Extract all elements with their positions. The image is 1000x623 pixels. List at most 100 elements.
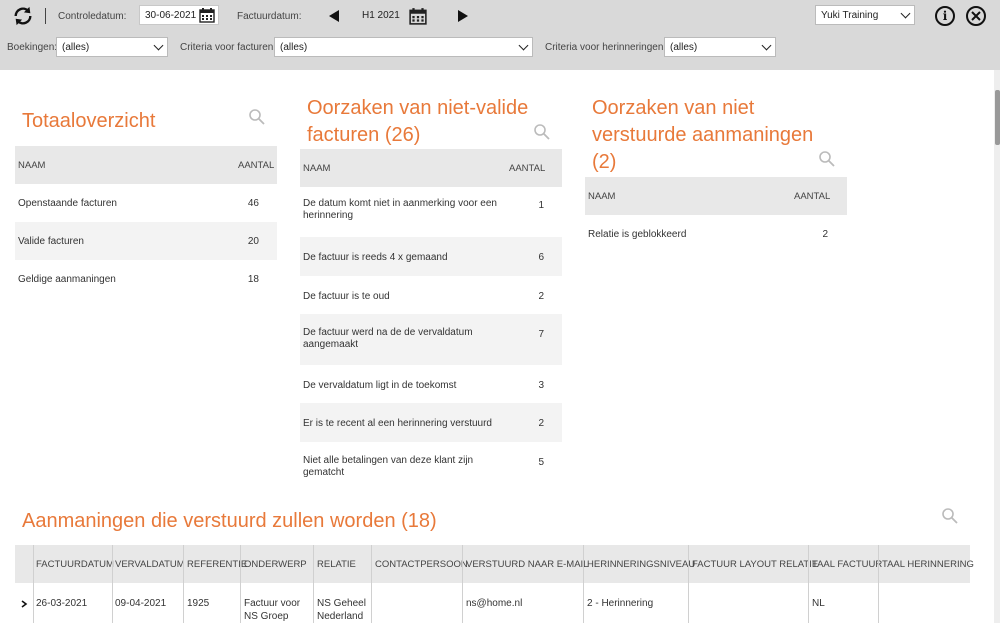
previous-period-icon[interactable]: [329, 10, 339, 22]
column-divider: [112, 545, 113, 623]
column-divider: [313, 545, 314, 623]
totaaloverzicht-title: Totaaloverzicht: [22, 110, 156, 132]
boekingen-select[interactable]: (alles): [56, 37, 168, 57]
scrollbar[interactable]: [994, 70, 1000, 623]
table-row[interactable]: Openstaande facturen 46: [15, 184, 277, 222]
chevron-right-icon[interactable]: [20, 600, 28, 608]
table-row[interactable]: De datum komt niet in aanmerking voor ee…: [300, 185, 562, 237]
next-period-icon[interactable]: [458, 10, 468, 22]
col-naam: NAAM: [588, 190, 616, 202]
cell-email: ns@home.nl: [466, 598, 523, 609]
cell-relatie: Nederland: [317, 611, 364, 622]
refresh-icon[interactable]: [12, 5, 34, 27]
table-row[interactable]: De vervaldatum ligt in de toekomst 3: [300, 365, 562, 403]
col-verstuurd-email[interactable]: VERSTUURD NAAR E-MAIL: [466, 559, 588, 570]
col-aantal: AANTAL: [794, 190, 831, 202]
cell-herinneringsniveau: 2 - Herinnering: [587, 598, 654, 609]
column-divider: [688, 545, 689, 623]
chevron-down-icon: [153, 40, 164, 50]
col-aantal: AANTAL: [509, 162, 546, 174]
chevron-down-icon: [761, 40, 772, 50]
oorzaken-aanmaningen-title-3: (2): [592, 151, 617, 173]
table-row[interactable]: Niet alle betalingen van deze klant zijn…: [300, 442, 562, 494]
cell-referentie: 1925: [187, 598, 210, 609]
col-referentie[interactable]: REFERENTIE: [187, 559, 247, 570]
criteria-facturen-label: Criteria voor facturen:: [180, 42, 277, 53]
boekingen-value: (alles): [62, 41, 90, 53]
controledatum-value: 30-06-2021: [145, 9, 197, 21]
col-relatie[interactable]: RELATIE: [317, 559, 356, 570]
toolbar: Controledatum: 30-06-2021 Factuurdatum: …: [0, 0, 1000, 70]
col-contactpersoon[interactable]: CONTACTPERSOON: [375, 559, 468, 570]
table-row[interactable]: Valide facturen 20: [15, 222, 277, 260]
col-factuur-layout[interactable]: FACTUUR LAYOUT RELATIE: [692, 559, 818, 570]
period-calendar-icon[interactable]: [409, 7, 427, 25]
search-icon[interactable]: [533, 123, 551, 141]
search-icon[interactable]: [818, 150, 836, 168]
oorzaken-facturen-table-header: NAAM AANTAL: [300, 149, 562, 187]
cell-taal-factuur: NL: [812, 598, 825, 609]
controledatum-field[interactable]: 30-06-2021: [139, 5, 219, 25]
calendar-icon[interactable]: [199, 7, 215, 23]
row-name: Er is te recent al een herinnering verst…: [303, 418, 492, 429]
col-naam: NAAM: [303, 162, 331, 174]
row-name: Geldige aanmaningen: [18, 274, 116, 285]
table-row[interactable]: Geldige aanmaningen 18: [15, 260, 277, 298]
oorzaken-aanmaningen-title-1: Oorzaken van niet: [592, 97, 755, 119]
criteria-facturen-value: (alles): [280, 41, 308, 53]
cell-onderwerp: Factuur voor: [244, 598, 301, 609]
row-name: De factuur is te oud: [303, 291, 390, 302]
info-icon[interactable]: i: [935, 6, 955, 26]
row-name: Niet alle betalingen van deze klant zijn…: [303, 455, 474, 478]
table-row[interactable]: De factuur is reeds 4 x gemaand 6: [300, 237, 562, 276]
column-divider: [583, 545, 584, 623]
table-row[interactable]: Er is te recent al een herinnering verst…: [300, 403, 562, 442]
cell-relatie: NS Geheel: [317, 598, 366, 609]
col-taal-herinnering[interactable]: TAAL HERINNERING: [882, 559, 974, 570]
criteria-herinneringen-select[interactable]: (alles): [664, 37, 776, 57]
boekingen-label: Boekingen:: [7, 42, 58, 53]
row-count: 7: [538, 329, 544, 340]
oorzaken-facturen-title-2: facturen (26): [307, 124, 421, 146]
row-name: De factuur werd na de de vervaldatum aan…: [303, 327, 473, 350]
search-icon[interactable]: [941, 507, 959, 525]
col-herinneringsniveau[interactable]: HERINNERINGSNIVEAU: [587, 559, 695, 570]
table-row[interactable]: Relatie is geblokkeerd 2: [585, 215, 847, 253]
toolbar-row-filters: Boekingen: (alles) Criteria voor facture…: [0, 36, 1000, 60]
col-onderwerp[interactable]: ONDERWERP: [244, 559, 307, 570]
toolbar-separator: [45, 8, 46, 24]
controledatum-label: Controledatum:: [58, 11, 127, 22]
col-aantal: AANTAL: [238, 159, 275, 171]
column-divider: [33, 545, 34, 623]
col-factuurdatum[interactable]: FACTUURDATUM: [36, 559, 114, 570]
search-icon[interactable]: [248, 108, 266, 126]
col-vervaldatum[interactable]: VERVALDATUM: [115, 559, 185, 570]
row-count: 46: [247, 198, 259, 209]
row-name: Openstaande facturen: [18, 198, 117, 209]
oorzaken-aanmaningen-title-2: verstuurde aanmaningen: [592, 124, 814, 146]
cell-vervaldatum: 09-04-2021: [115, 598, 167, 609]
table-row[interactable]: De factuur is te oud 2: [300, 276, 562, 314]
row-count: 18: [247, 274, 259, 285]
company-value: Yuki Training: [821, 9, 879, 21]
oorzaken-facturen-title-1: Oorzaken van niet-valide: [307, 97, 529, 119]
row-name: Relatie is geblokkeerd: [588, 229, 687, 240]
close-icon[interactable]: [966, 6, 986, 26]
column-divider: [371, 545, 372, 623]
oorzaken-aanmaningen-table-header: NAAM AANTAL: [585, 177, 847, 215]
row-count: 2: [822, 229, 828, 240]
totaal-table-header: NAAM AANTAL: [15, 146, 277, 184]
aanmaningen-table-header: FACTUURDATUM VERVALDATUM REFERENTIE ONDE…: [15, 545, 974, 583]
chevron-down-icon: [518, 40, 529, 50]
chevron-down-icon: [900, 8, 911, 18]
cell-onderwerp: NS Groep: [244, 611, 289, 622]
column-divider: [462, 545, 463, 623]
aanmaningen-title: Aanmaningen die verstuurd zullen worden …: [22, 510, 437, 532]
table-row[interactable]: De factuur werd na de de vervaldatum aan…: [300, 314, 562, 365]
column-divider: [240, 545, 241, 623]
row-count: 20: [247, 236, 259, 247]
col-taal-factuur[interactable]: TAAL FACTUUR: [812, 559, 882, 570]
criteria-facturen-select[interactable]: (alles): [274, 37, 533, 57]
scrollbar-thumb[interactable]: [995, 90, 1000, 145]
company-select[interactable]: Yuki Training: [815, 5, 915, 25]
